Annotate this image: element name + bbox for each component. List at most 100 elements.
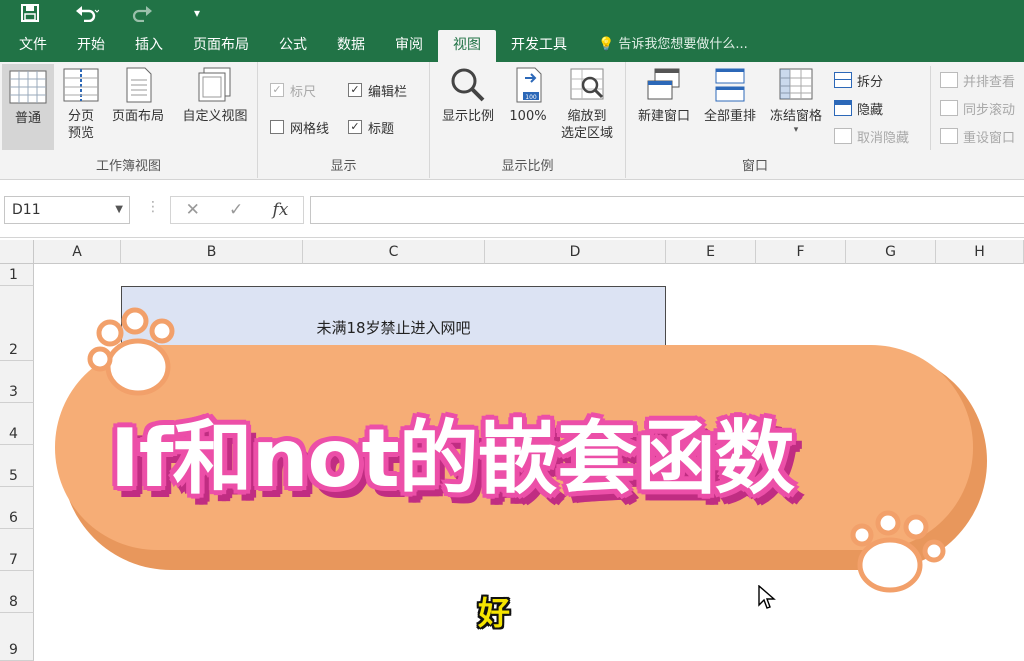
column-header-b[interactable]: B [121, 240, 303, 264]
split-label: 拆分 [857, 74, 884, 90]
headings-check-icon: ✓ [348, 120, 362, 134]
column-header-d[interactable]: D [485, 240, 666, 264]
video-title: If和not的嵌套函数 [110, 412, 795, 505]
column-header-f[interactable]: F [756, 240, 846, 264]
ruler-checkbox[interactable]: ✓ 标尺 [270, 80, 316, 100]
gridlines-check-icon [270, 120, 284, 134]
freeze-panes-label: 冻结窗格 [769, 109, 822, 124]
split-button[interactable]: 拆分 [834, 70, 883, 90]
row-header-2[interactable]: 2 [0, 286, 34, 361]
tab-data[interactable]: 数据 [322, 30, 380, 62]
name-box-dropdown-icon[interactable]: ▼ [115, 197, 123, 223]
ruler-label: 标尺 [290, 84, 317, 100]
lightbulb-icon: 💡 [598, 37, 615, 52]
row-header-5[interactable]: 5 [0, 445, 34, 487]
tab-file[interactable]: 文件 [4, 30, 62, 62]
unhide-label: 取消隐藏 [857, 130, 910, 146]
reset-position-icon [940, 128, 958, 144]
row-header-3[interactable]: 3 [0, 361, 34, 403]
row-header-9[interactable]: 9 [0, 613, 34, 661]
column-header-h[interactable]: H [936, 240, 1024, 264]
sync-scroll-button[interactable]: 同步滚动 [940, 98, 1015, 118]
new-window-button[interactable]: 新建窗口 [632, 66, 696, 125]
zoom-to-selection-button[interactable]: 缩放到 选定区域 [554, 66, 620, 142]
arrange-all-icon [711, 66, 749, 104]
redo-icon[interactable] [128, 2, 156, 24]
gridlines-checkbox[interactable]: 网格线 [270, 117, 329, 137]
tab-review[interactable]: 审阅 [380, 30, 438, 62]
column-header-c[interactable]: C [303, 240, 485, 264]
page-break-label-1: 分页 [67, 109, 94, 124]
ruler-check-icon: ✓ [270, 83, 284, 97]
window-divider [930, 66, 931, 150]
page-layout-icon [119, 66, 157, 104]
window-group-label: 窗口 [741, 159, 768, 174]
select-all-corner[interactable] [0, 240, 34, 264]
title-bar: ▾ [0, 0, 1024, 30]
arrange-all-label: 全部重排 [703, 109, 756, 124]
formula-bar-checkbox[interactable]: ✓ 编辑栏 [348, 80, 407, 100]
zoom-label: 显示比例 [441, 109, 494, 124]
row-header-8[interactable]: 8 [0, 571, 34, 613]
reset-position-button[interactable]: 重设窗口 [940, 126, 1015, 146]
undo-icon[interactable] [72, 2, 102, 24]
tab-page-layout[interactable]: 页面布局 [178, 30, 264, 62]
row-header-4[interactable]: 4 [0, 403, 34, 445]
cancel-icon[interactable]: ✕ [186, 200, 200, 220]
page-break-preview-button[interactable]: 分页 预览 [60, 66, 102, 142]
unhide-icon [834, 128, 852, 144]
zoom-100-button[interactable]: 100 100% [506, 66, 550, 125]
group-workbook-views: 普通 分页 预览 页面布局 自定义视图 工作簿视图 [0, 62, 258, 178]
custom-views-icon [196, 66, 234, 104]
insert-function-icon[interactable]: fx [273, 200, 289, 220]
tab-formulas[interactable]: 公式 [264, 30, 322, 62]
row-header-1[interactable]: 1 [0, 264, 34, 286]
custom-views-button[interactable]: 自定义视图 [174, 66, 256, 125]
row-header-7[interactable]: 7 [0, 529, 34, 571]
column-header-a[interactable]: A [34, 240, 121, 264]
page-break-icon [62, 66, 100, 104]
arrange-all-button[interactable]: 全部重排 [698, 66, 762, 125]
gridlines-label: 网格线 [290, 121, 330, 137]
workbook-views-group-label: 工作簿视图 [95, 159, 161, 174]
zoom-selection-label-2: 选定区域 [560, 126, 613, 141]
custom-views-label: 自定义视图 [182, 109, 248, 124]
freeze-panes-icon [777, 66, 815, 104]
page-layout-label: 页面布局 [111, 109, 164, 124]
page-break-label-2: 预览 [67, 126, 94, 141]
paw-icon-left [87, 307, 175, 396]
tab-insert[interactable]: 插入 [120, 30, 178, 62]
name-box-value: D11 [12, 202, 41, 218]
save-icon[interactable] [18, 2, 42, 24]
group-show: ✓ 标尺 ✓ 编辑栏 网格线 ✓ 标题 显示 [258, 62, 430, 178]
enter-icon[interactable]: ✓ [229, 200, 243, 220]
unhide-button[interactable]: 取消隐藏 [834, 126, 909, 146]
freeze-panes-button[interactable]: 冻结窗格 ▾ [764, 66, 828, 135]
hide-button[interactable]: 隐藏 [834, 98, 883, 118]
view-side-by-side-button[interactable]: 并排查看 [940, 70, 1015, 90]
mouse-cursor-icon [758, 585, 776, 609]
sync-scroll-label: 同步滚动 [963, 102, 1016, 118]
tab-view[interactable]: 视图 [438, 30, 496, 62]
tab-developer[interactable]: 开发工具 [496, 30, 582, 62]
side-by-side-label: 并排查看 [963, 74, 1016, 90]
tell-me-box[interactable]: 💡 告诉我您想要做什么... [582, 30, 748, 62]
zoom-group-label: 显示比例 [501, 159, 554, 174]
formula-input[interactable] [310, 196, 1024, 224]
magnifier-icon [449, 66, 487, 104]
zoom-button[interactable]: 显示比例 [436, 66, 500, 125]
formula-bar-check-icon: ✓ [348, 83, 362, 97]
split-icon [834, 72, 852, 88]
column-header-e[interactable]: E [666, 240, 756, 264]
normal-view-button[interactable]: 普通 [2, 64, 54, 150]
ribbon-tabs: 文件 开始 插入 页面布局 公式 数据 审阅 视图 开发工具 💡 告诉我您想要做… [0, 30, 1024, 62]
headings-checkbox[interactable]: ✓ 标题 [348, 117, 394, 137]
tab-home[interactable]: 开始 [62, 30, 120, 62]
ribbon: 普通 分页 预览 页面布局 自定义视图 工作簿视图 ✓ 标尺 ✓ 编辑栏 网格线… [0, 62, 1024, 180]
row-header-6[interactable]: 6 [0, 487, 34, 529]
name-box[interactable]: D11 ▼ [4, 196, 130, 224]
customize-icon[interactable]: ▾ [190, 2, 204, 24]
column-header-g[interactable]: G [846, 240, 936, 264]
headings-label: 标题 [368, 121, 395, 137]
page-layout-view-button[interactable]: 页面布局 [106, 66, 170, 125]
